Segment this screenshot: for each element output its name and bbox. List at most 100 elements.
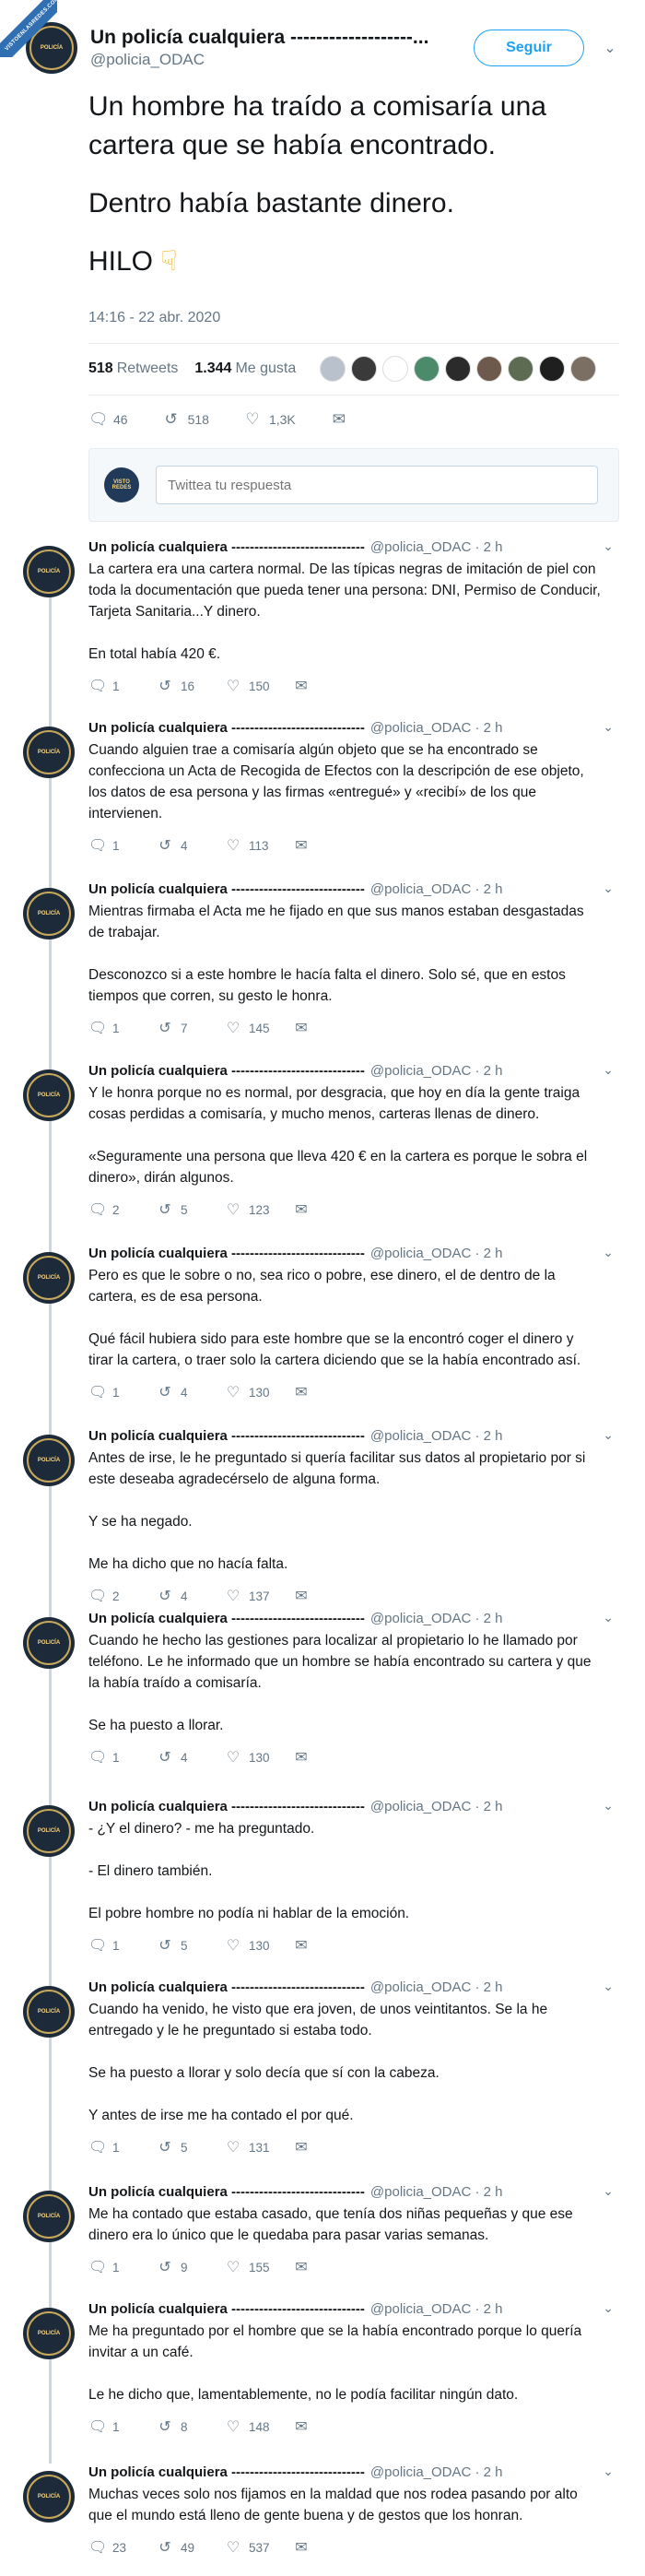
handle-time[interactable]: @policia_ODAC · 2 h — [370, 1610, 503, 1628]
reply-button[interactable]: 🗨 1 — [88, 2417, 157, 2436]
message-button[interactable]: ✉ — [293, 836, 361, 855]
message-button[interactable]: ✉ — [293, 677, 361, 695]
reply-button[interactable]: 🗨 2 — [88, 1587, 157, 1605]
retweet-button[interactable]: ↺ 4 — [157, 1587, 225, 1605]
liker-avatar[interactable] — [382, 356, 409, 382]
chevron-down-icon[interactable]: ⌄ — [603, 880, 614, 896]
like-button[interactable]: ♡ 137 — [225, 1587, 293, 1605]
message-button[interactable]: ✉ — [293, 1936, 361, 1955]
retweet-button[interactable]: ↺ 5 — [157, 1936, 225, 1955]
like-button[interactable]: ♡ 145 — [225, 1019, 293, 1037]
reply-button[interactable]: 🗨 1 — [88, 1383, 157, 1401]
avatar[interactable]: POLICÍA — [23, 2308, 75, 2359]
chevron-down-icon[interactable]: ⌄ — [603, 1427, 614, 1443]
avatar[interactable]: POLICÍA — [23, 1986, 75, 2038]
like-button[interactable]: ♡ 148 — [225, 2417, 293, 2436]
avatar[interactable]: POLICÍA — [23, 2191, 75, 2242]
display-name[interactable]: Un policía cualquiera ------------------… — [88, 1610, 365, 1628]
chevron-down-icon[interactable]: ⌄ — [603, 2464, 614, 2479]
message-button[interactable]: ✉ — [331, 410, 356, 429]
handle-time[interactable]: @policia_ODAC · 2 h — [370, 2183, 503, 2202]
retweet-button[interactable]: ↺ 518 — [163, 410, 208, 429]
message-button[interactable]: ✉ — [293, 1200, 361, 1219]
handle-time[interactable]: @policia_ODAC · 2 h — [370, 880, 503, 899]
handle-time[interactable]: @policia_ODAC · 2 h — [370, 1062, 503, 1081]
retweet-button[interactable]: ↺ 9 — [157, 2258, 225, 2276]
liker-avatar[interactable] — [539, 356, 566, 382]
liker-avatar[interactable] — [508, 356, 534, 382]
retweet-button[interactable]: ↺ 5 — [157, 1200, 225, 1219]
chevron-down-icon[interactable]: ⌄ — [603, 1610, 614, 1625]
liker-avatar[interactable] — [414, 356, 440, 382]
display-name[interactable]: Un policía cualquiera ------------------… — [88, 1979, 365, 1997]
reply-button[interactable]: 🗨 1 — [88, 1748, 157, 1767]
chevron-down-icon[interactable]: ⌄ — [603, 1798, 614, 1814]
retweets-stat[interactable]: 518 Retweets — [88, 360, 178, 377]
message-button[interactable]: ✉ — [293, 2138, 361, 2157]
liker-avatar[interactable] — [476, 356, 503, 382]
handle-time[interactable]: @policia_ODAC · 2 h — [370, 2464, 503, 2482]
avatar[interactable]: POLICÍA — [23, 1252, 75, 1304]
like-button[interactable]: ♡ 113 — [225, 836, 293, 855]
reply-input[interactable] — [156, 466, 598, 504]
message-button[interactable]: ✉ — [293, 2258, 361, 2276]
like-button[interactable]: ♡ 537 — [225, 2538, 293, 2557]
like-button[interactable]: ♡ 131 — [225, 2138, 293, 2157]
reply-button[interactable]: 🗨 23 — [88, 2538, 157, 2557]
avatar[interactable]: POLICÍA — [23, 888, 75, 939]
avatar[interactable]: POLICÍA — [23, 546, 75, 597]
chevron-down-icon[interactable]: ⌄ — [603, 719, 614, 735]
like-button[interactable]: ♡ 150 — [225, 677, 293, 695]
tweet-timestamp[interactable]: 14:16 - 22 abr. 2020 — [88, 310, 220, 326]
chevron-down-icon[interactable]: ⌄ — [603, 1245, 614, 1260]
message-button[interactable]: ✉ — [293, 1587, 361, 1605]
retweet-button[interactable]: ↺ 8 — [157, 2417, 225, 2436]
reply-button[interactable]: 🗨 2 — [88, 1200, 157, 1219]
retweet-button[interactable]: ↺ 4 — [157, 836, 225, 855]
display-name[interactable]: Un policía cualquiera ------------------… — [88, 1245, 365, 1263]
display-name[interactable]: Un policía cualquiera ------------------… — [88, 1062, 365, 1081]
avatar[interactable]: POLICÍA — [23, 2471, 75, 2523]
liker-avatar[interactable] — [570, 356, 597, 382]
avatar[interactable]: POLICÍA — [23, 1805, 75, 1857]
liker-avatar[interactable] — [351, 356, 378, 382]
display-name[interactable]: Un policía cualquiera ------------------… — [88, 880, 365, 899]
display-name[interactable]: Un policía cualquiera ------------------… — [88, 2300, 365, 2319]
reply-button[interactable]: 🗨 46 — [88, 410, 128, 429]
message-button[interactable]: ✉ — [293, 2538, 361, 2557]
like-button[interactable]: ♡ 130 — [225, 1383, 293, 1401]
like-button[interactable]: ♡ 130 — [225, 1748, 293, 1767]
retweet-button[interactable]: ↺ 4 — [157, 1383, 225, 1401]
avatar[interactable]: POLICÍA — [23, 1435, 75, 1486]
handle-time[interactable]: @policia_ODAC · 2 h — [370, 1427, 503, 1446]
handle-time[interactable]: @policia_ODAC · 2 h — [370, 1798, 503, 1816]
retweet-button[interactable]: ↺ 16 — [157, 677, 225, 695]
handle-time[interactable]: @policia_ODAC · 2 h — [370, 2300, 503, 2319]
avatar[interactable]: POLICÍA — [23, 1069, 75, 1121]
handle-time[interactable]: @policia_ODAC · 2 h — [370, 719, 503, 738]
message-button[interactable]: ✉ — [293, 1748, 361, 1767]
chevron-down-icon[interactable]: ⌄ — [603, 538, 614, 554]
display-name[interactable]: Un policía cualquiera ------------------… — [90, 27, 450, 49]
liker-avatar[interactable] — [445, 356, 472, 382]
likes-stat[interactable]: 1.344 Me gusta — [194, 360, 296, 377]
chevron-down-icon[interactable]: ⌄ — [603, 2300, 614, 2316]
handle-time[interactable]: @policia_ODAC · 2 h — [370, 1979, 503, 1997]
like-button[interactable]: ♡ 123 — [225, 1200, 293, 1219]
display-name[interactable]: Un policía cualquiera ------------------… — [88, 2183, 365, 2202]
message-button[interactable]: ✉ — [293, 1383, 361, 1401]
retweet-button[interactable]: ↺ 7 — [157, 1019, 225, 1037]
retweet-button[interactable]: ↺ 5 — [157, 2138, 225, 2157]
reply-button[interactable]: 🗨 1 — [88, 836, 157, 855]
display-name[interactable]: Un policía cualquiera ------------------… — [88, 719, 365, 738]
like-button[interactable]: ♡ 130 — [225, 1936, 293, 1955]
like-button[interactable]: ♡ 155 — [225, 2258, 293, 2276]
retweet-button[interactable]: ↺ 49 — [157, 2538, 225, 2557]
follow-button[interactable]: Seguir — [474, 30, 584, 66]
message-button[interactable]: ✉ — [293, 2417, 361, 2436]
chevron-down-icon[interactable]: ⌄ — [603, 1062, 614, 1078]
like-button[interactable]: ♡ 1,3K — [244, 410, 295, 429]
retweet-button[interactable]: ↺ 4 — [157, 1748, 225, 1767]
liker-avatar[interactable] — [320, 356, 346, 382]
reply-button[interactable]: 🗨 1 — [88, 1936, 157, 1955]
